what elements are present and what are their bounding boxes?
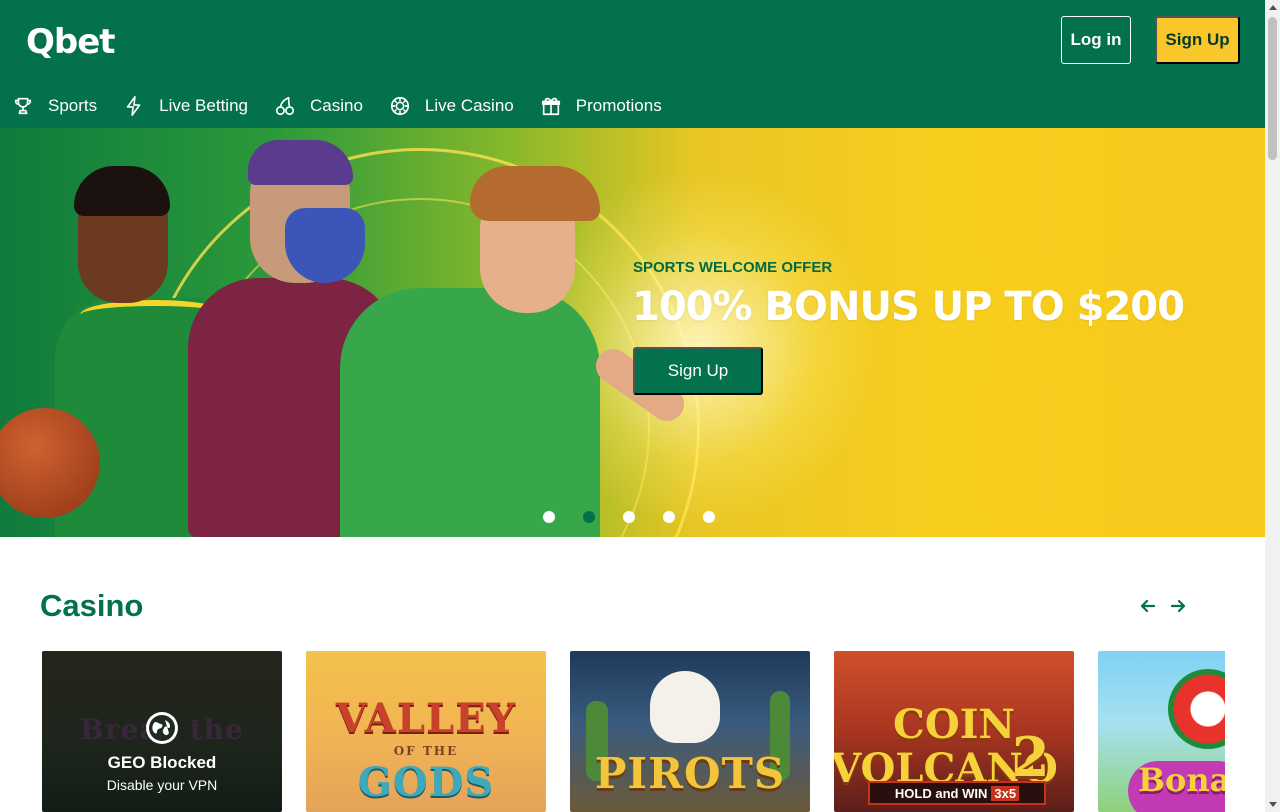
trophy-icon [14,97,32,115]
game-artwork-title: GODS [357,759,495,806]
game-artwork-banner: HOLD and WIN 3x5 [868,781,1046,805]
carousel-dots [543,511,743,523]
hero-banner[interactable]: SPORTS WELCOME OFFER 100% BONUS UP TO $2… [0,128,1265,537]
scroll-up-icon [1268,5,1277,10]
geo-blocked-title: GEO Blocked [107,753,217,772]
geo-blocked-subtitle: Disable your VPN [106,777,218,793]
casino-chip-icon [390,96,409,116]
carousel-dot-2[interactable] [583,511,595,523]
cherries-icon [275,96,295,116]
gift-icon [541,97,560,116]
flower-art [1168,669,1225,749]
carousel-dot-1[interactable] [543,511,555,523]
game-artwork-banner-highlight: 3x5 [991,785,1020,801]
soccer-player-jersey [340,288,600,537]
basketball-player-hair [74,166,170,216]
hero-subtitle: SPORTS WELCOME OFFER [633,259,833,276]
nav-item-label: Sports [48,96,98,115]
site-header: Qbet Log in Sign Up Sports Live Betting … [0,0,1265,128]
hero-signup-button[interactable]: Sign Up [633,347,763,395]
carousel-next-button[interactable] [1168,596,1188,616]
lightning-icon [126,96,141,116]
hockey-player-hair [248,140,353,185]
nav-item-promotions[interactable]: Promotions [540,85,662,127]
nav-item-live-casino[interactable]: Live Casino [389,85,514,127]
scroll-down-icon [1268,802,1277,807]
nav-item-label: Promotions [575,96,662,115]
game-card-coin-volcano-2[interactable]: COIN VOLCANO 2 HOLD and WIN 3x5 [834,651,1074,812]
casino-games-row: Break the GEO Blocked Disable your VPN V… [42,651,1225,812]
nav-item-label: Live Casino [424,96,514,115]
page-scrollbar[interactable] [1265,0,1280,812]
carousel-dot-4[interactable] [663,511,675,523]
main-nav: Sports Live Betting Casino Live Casino P… [0,84,688,128]
bird-character-art [650,671,720,743]
casino-section-title: Casino [40,588,144,623]
soccer-player-hair [470,166,600,221]
signup-button[interactable]: Sign Up [1155,16,1240,64]
globe-icon [146,712,178,744]
qbet-logo[interactable]: Qbet [26,22,116,62]
game-card-valley-of-the-gods[interactable]: VALLEY OF THE GODS [306,651,546,812]
game-artwork-title: PIROTS [594,749,786,798]
carousel-dot-3[interactable] [623,511,635,523]
game-artwork-banner-text: HOLD and WIN [894,785,988,801]
game-artwork-number: 2 [1012,725,1050,789]
nav-item-label: Casino [309,96,363,115]
scroll-down-button[interactable] [1265,797,1280,812]
game-card-bonanza-billion[interactable]: Bona [1098,651,1225,812]
game-card-break-the-bank[interactable]: Break the GEO Blocked Disable your VPN [42,651,282,812]
login-button[interactable]: Log in [1061,16,1131,64]
nav-item-live-betting[interactable]: Live Betting [123,85,248,127]
arrow-left-icon [1140,599,1156,613]
game-artwork-title: VALLEY [335,695,517,742]
game-card-pirots[interactable]: PIROTS [570,651,810,812]
carousel-dot-5[interactable] [703,511,715,523]
scroll-thumb[interactable] [1268,17,1277,160]
nav-item-sports[interactable]: Sports [12,85,97,127]
game-artwork-title: Bona [1138,761,1225,799]
nav-item-casino[interactable]: Casino [274,85,363,127]
page: Qbet Log in Sign Up Sports Live Betting … [0,0,1265,812]
game-artwork-title: OF THE [393,744,459,758]
arrow-right-icon [1170,599,1186,613]
nav-item-label: Live Betting [159,96,248,115]
hero-title: 100% BONUS UP TO $200 [632,284,1185,330]
carousel-prev-button[interactable] [1138,596,1158,616]
scroll-up-button[interactable] [1265,0,1280,15]
